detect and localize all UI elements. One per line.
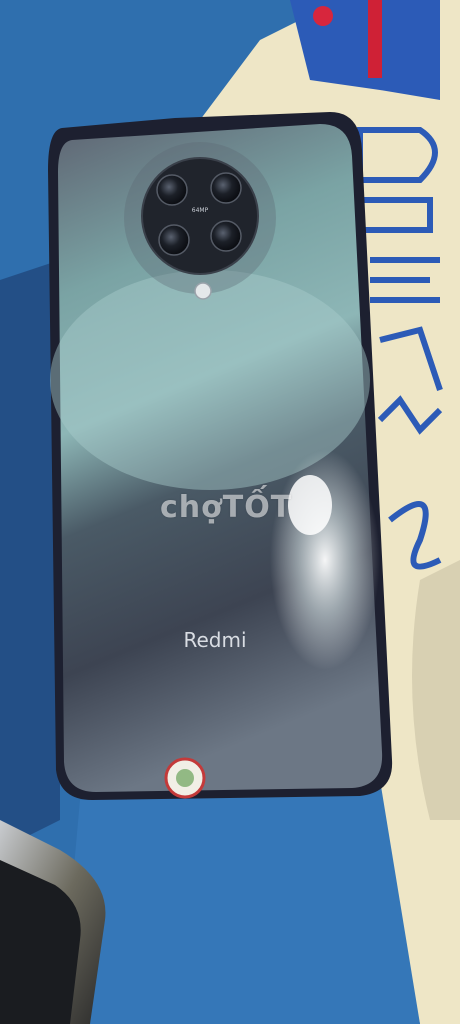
light-glare: [270, 450, 380, 670]
camera-lens-3: [158, 224, 190, 256]
cartoon-red-bar: [368, 0, 382, 78]
flash: [194, 282, 212, 300]
camera-label: 64MP: [191, 207, 209, 214]
camera-lens-2: [210, 172, 242, 204]
camera-lens-4: [210, 220, 242, 252]
camera-module: [141, 157, 259, 275]
brand-logo-text: Redmi: [183, 628, 247, 652]
watermark: chợTỐT: [160, 490, 293, 525]
cartoon-red-dot: [313, 6, 333, 26]
seal-sticker-inner: [176, 769, 194, 787]
fabric-blue-lower: [60, 780, 420, 1024]
camera-lens-1: [156, 174, 188, 206]
